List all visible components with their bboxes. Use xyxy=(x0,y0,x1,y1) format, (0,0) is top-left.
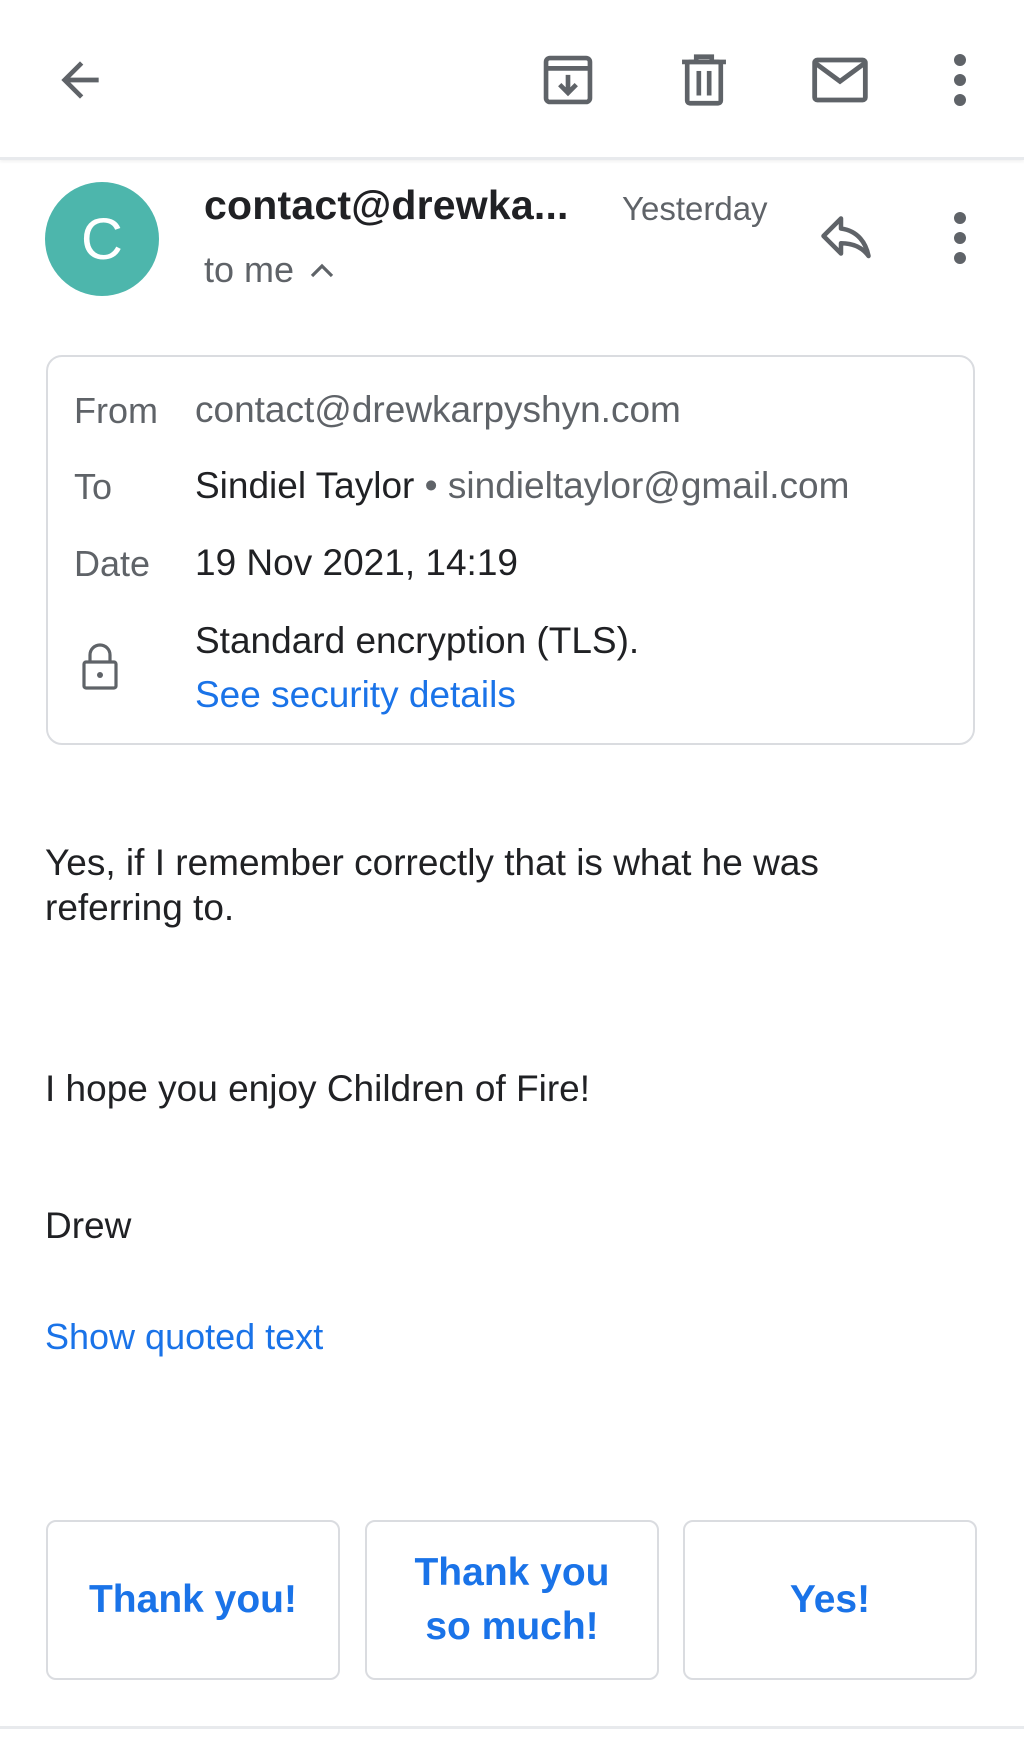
from-email: contact@drewkarpyshyn.com xyxy=(195,389,681,430)
trash-icon[interactable] xyxy=(664,40,744,120)
top-app-bar xyxy=(0,0,1024,160)
lock-icon xyxy=(74,638,126,696)
message-time: Yesterday xyxy=(622,190,768,227)
avatar-letter: C xyxy=(81,206,123,272)
to-separator: • xyxy=(424,465,438,506)
mail-icon[interactable] xyxy=(800,40,880,120)
archive-icon[interactable] xyxy=(528,40,608,120)
message-more-icon[interactable] xyxy=(930,198,990,278)
smart-reply-button[interactable]: Yes! xyxy=(683,1520,977,1680)
bottom-divider xyxy=(0,1726,1024,1729)
avatar[interactable]: C xyxy=(45,182,159,296)
smart-reply-button[interactable]: Thank you! xyxy=(46,1520,340,1680)
smart-reply-button[interactable]: Thank you so much! xyxy=(365,1520,659,1680)
to-value: Sindiel Taylor • sindieltaylor@gmail.com xyxy=(195,465,849,507)
reply-icon[interactable] xyxy=(808,198,884,274)
to-email: sindieltaylor@gmail.com xyxy=(447,465,850,506)
from-label: From xyxy=(74,390,158,431)
smart-reply-label: Thank you so much! xyxy=(414,1551,610,1648)
sender-name: contact@drewka... xyxy=(204,182,569,228)
message-paragraph: I hope you enjoy Children of Fire! xyxy=(45,1068,591,1109)
from-value: contact@drewkarpyshyn.com xyxy=(195,389,681,431)
message-signature: Drew xyxy=(45,1205,132,1246)
encryption-status: Standard encryption (TLS). xyxy=(195,620,640,661)
smart-reply-label: Thank you! xyxy=(88,1578,297,1621)
security-details-link[interactable]: See security details xyxy=(195,674,516,716)
chevron-up-icon xyxy=(310,263,334,278)
show-quoted-text-link[interactable]: Show quoted text xyxy=(45,1316,323,1358)
to-name: Sindiel Taylor xyxy=(195,465,415,506)
to-label: To xyxy=(74,466,113,507)
recipient-summary: to me xyxy=(204,249,295,290)
more-vert-icon[interactable] xyxy=(930,40,990,120)
smart-reply-label: Yes! xyxy=(789,1578,871,1621)
date-label: Date xyxy=(74,543,151,584)
back-arrow-icon[interactable] xyxy=(40,40,120,120)
recipient-toggle[interactable]: to me xyxy=(204,249,336,291)
date-value: 19 Nov 2021, 14:19 xyxy=(195,542,518,583)
message-paragraph: Yes, if I remember correctly that is wha… xyxy=(45,842,819,928)
